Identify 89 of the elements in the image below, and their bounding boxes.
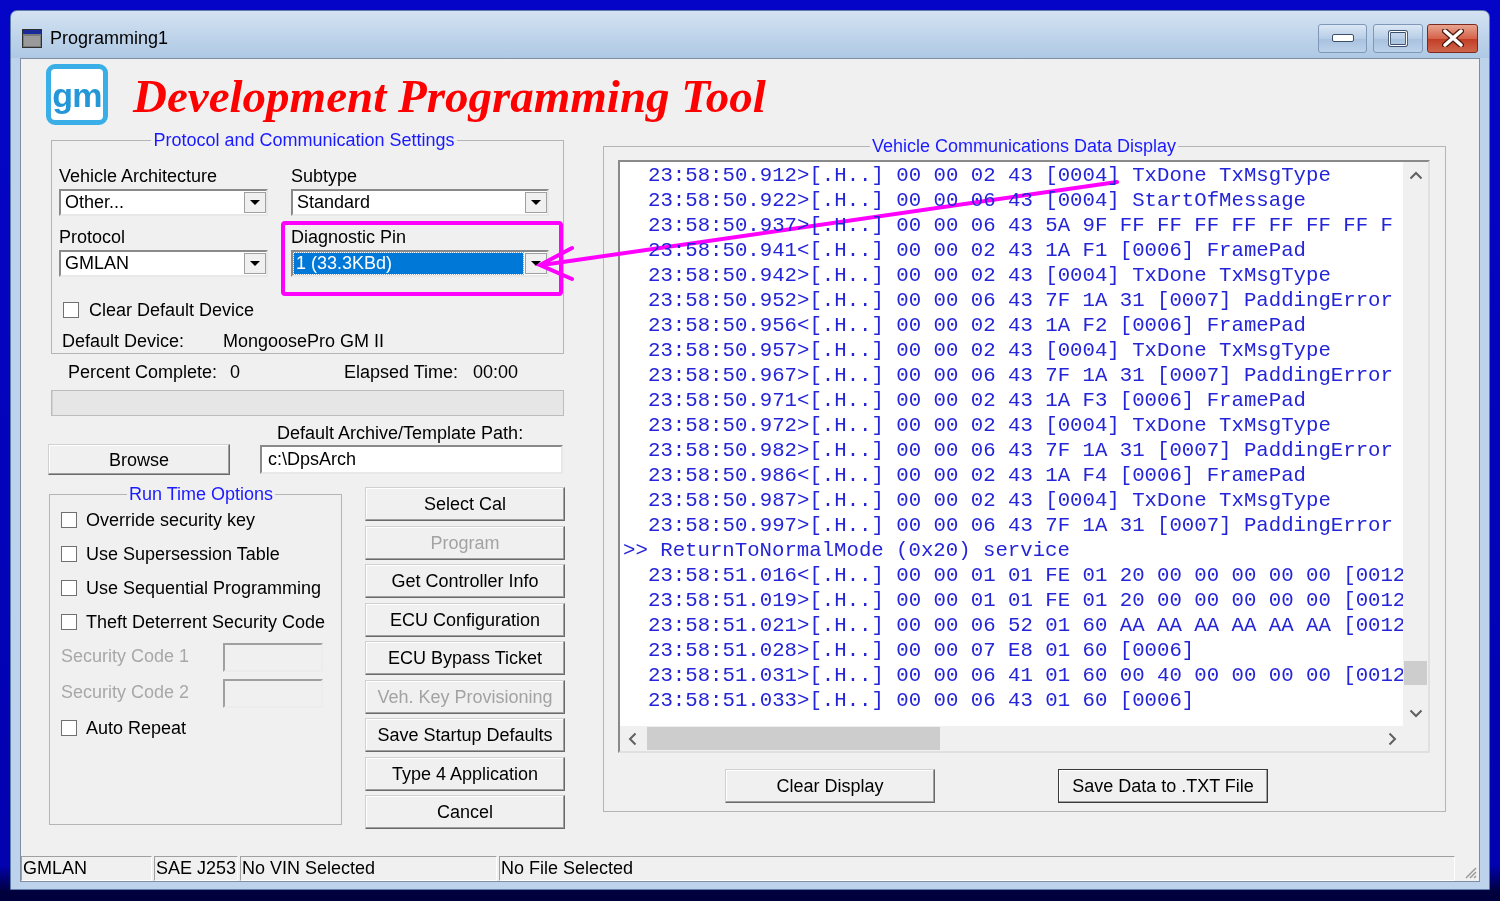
elapsed-value: 00:00 bbox=[473, 362, 519, 383]
logo: gm bbox=[46, 64, 108, 125]
field-label: Percent Complete: bbox=[68, 362, 218, 383]
close-button[interactable] bbox=[1427, 23, 1478, 53]
checkbox[interactable] bbox=[61, 512, 77, 528]
log-line: 23:58:50.987>[.H..] 00 00 02 43 [0004] TxDone TxMsgType bbox=[647, 488, 1331, 513]
log-line: 23:58:50.986<[.H..] 00 00 02 43 1A F4 [0006] FramePad bbox=[647, 463, 1306, 488]
window-icon bbox=[22, 28, 42, 48]
dropdown[interactable]: 1 (33.3KBd) bbox=[291, 250, 549, 277]
log-line: 23:58:50.997>[.H..] 00 00 06 43 7F 1A 31 [0007] PaddingError bbox=[647, 513, 1393, 538]
log-line: 23:58:50.912>[.H..] 00 00 02 43 [0004] TxDone TxMsgType bbox=[647, 163, 1331, 188]
field-label: Default Device: bbox=[62, 330, 185, 351]
dropdown[interactable]: Other... bbox=[59, 189, 268, 216]
caret-icon bbox=[525, 192, 547, 213]
log-line: 23:58:51.016<[.H..] 00 00 01 01 FE 01 20 00 00 00 00 00 [0012 bbox=[647, 563, 1403, 588]
device-name: MongoosePro GM II bbox=[223, 331, 385, 352]
log-line: 23:58:50.982>[.H..] 00 00 06 43 7F 1A 31 [0007] PaddingError bbox=[647, 438, 1393, 463]
checkbox[interactable] bbox=[61, 614, 77, 630]
checkbox-label: Theft Deterrent Security Code bbox=[86, 612, 326, 632]
input-field[interactable] bbox=[223, 642, 323, 672]
group-title: Vehicle Communications Data Display bbox=[870, 136, 1178, 156]
caret-icon bbox=[244, 192, 266, 213]
field-label: Protocol bbox=[59, 227, 126, 248]
window-title: Programming1 bbox=[50, 27, 169, 49]
group-title: Protocol and Communication Settings bbox=[152, 130, 456, 150]
scrollbar-thumb[interactable] bbox=[647, 727, 940, 750]
action-button[interactable]: Cancel bbox=[365, 795, 565, 829]
maximize-button[interactable] bbox=[1373, 23, 1423, 53]
checkbox-label: Auto Repeat bbox=[86, 718, 187, 738]
action-button[interactable]: ECU Configuration bbox=[365, 602, 565, 637]
field-label: Vehicle Architecture bbox=[59, 166, 218, 187]
log-line: 23:58:50.967>[.H..] 00 00 06 43 7F 1A 31 [0007] PaddingError bbox=[647, 363, 1393, 388]
chevron-left-icon[interactable] bbox=[628, 731, 637, 746]
log-line: 23:58:50.971<[.H..] 00 00 02 43 1A F3 [0006] FramePad bbox=[647, 388, 1306, 413]
log-line: 23:58:51.033>[.H..] 00 00 06 43 01 60 [0006] bbox=[647, 688, 1195, 713]
log-line: 23:58:50.957>[.H..] 00 00 02 43 [0004] TxDone TxMsgType bbox=[647, 338, 1331, 363]
field-label: Diagnostic Pin bbox=[291, 227, 407, 248]
chevron-down-icon[interactable] bbox=[1408, 709, 1423, 718]
checkbox-label: Override security key bbox=[86, 510, 256, 530]
app-title: Development Programming Tool bbox=[133, 69, 766, 124]
log-line: 23:58:51.019>[.H..] 00 00 01 01 FE 01 20 00 00 00 00 00 [0012 bbox=[647, 588, 1403, 613]
checkbox-label: Clear Default Device bbox=[89, 300, 255, 320]
browse-button[interactable]: Browse bbox=[48, 444, 230, 475]
chevron-right-icon[interactable] bbox=[1388, 731, 1397, 746]
checkbox-label: Use Sequential Programming bbox=[86, 578, 322, 598]
action-button[interactable]: ECU Bypass Ticket bbox=[365, 641, 565, 675]
status-panel: No File Selected bbox=[499, 856, 1455, 881]
log-line: 23:58:51.028>[.H..] 00 00 07 E8 01 60 [0006] bbox=[647, 638, 1195, 663]
input-field[interactable] bbox=[223, 678, 323, 708]
chevron-up-icon[interactable] bbox=[1408, 171, 1423, 180]
minimize-icon bbox=[1331, 34, 1354, 42]
log-line: 23:58:51.021>[.H..] 00 00 06 52 01 60 AA AA AA AA AA AA [0012 bbox=[647, 613, 1403, 638]
checkbox[interactable] bbox=[61, 720, 77, 736]
log-line: >> ReturnToNormalMode (0x20) service bbox=[622, 538, 1070, 563]
checkbox[interactable] bbox=[61, 546, 77, 562]
checkbox[interactable] bbox=[63, 302, 79, 318]
minimize-button[interactable] bbox=[1318, 23, 1367, 53]
action-button[interactable]: Clear Display bbox=[725, 769, 935, 803]
percent-value: 0 bbox=[230, 362, 241, 383]
checkbox-label: Use Supersession Table bbox=[86, 544, 280, 564]
group-title: Run Time Options bbox=[127, 485, 275, 503]
log-line: 23:58:50.952>[.H..] 00 00 06 43 7F 1A 31 [0007] PaddingError bbox=[647, 288, 1393, 313]
status-panel: GMLAN bbox=[21, 856, 152, 881]
action-button[interactable]: Get Controller Info bbox=[365, 564, 565, 598]
field-label: Default Archive/Template Path: bbox=[277, 423, 524, 443]
status-panel: SAE J253 bbox=[154, 856, 238, 881]
action-button[interactable]: Select Cal bbox=[365, 487, 565, 521]
log-line: 23:58:50.941<[.H..] 00 00 02 43 1A F1 [0006] FramePad bbox=[647, 238, 1306, 263]
close-icon bbox=[1441, 29, 1464, 47]
path-input[interactable]: c:\DpsArch bbox=[260, 445, 563, 474]
caret-icon bbox=[244, 253, 266, 274]
field-label: Security Code 1 bbox=[61, 646, 190, 666]
scrollbar-thumb[interactable] bbox=[1404, 661, 1427, 685]
checkbox[interactable] bbox=[61, 580, 77, 596]
resize-grip-icon[interactable] bbox=[1463, 865, 1477, 879]
status-panel: No VIN Selected bbox=[240, 856, 497, 881]
field-label: Elapsed Time: bbox=[344, 362, 459, 383]
log-line: 23:58:51.031>[.H..] 00 00 06 41 01 60 00 40 00 00 00 00 [0012 bbox=[647, 663, 1403, 688]
dropdown[interactable]: GMLAN bbox=[59, 250, 268, 277]
field-label: Security Code 2 bbox=[61, 682, 190, 702]
action-button[interactable]: Type 4 Application bbox=[365, 756, 565, 791]
log-line: 23:58:50.956<[.H..] 00 00 02 43 1A F2 [0006] FramePad bbox=[647, 313, 1306, 338]
field-label: Subtype bbox=[291, 166, 358, 187]
action-button[interactable]: Save Data to .TXT File bbox=[1058, 769, 1268, 803]
log-line: 23:58:50.942>[.H..] 00 00 02 43 [0004] TxDone TxMsgType bbox=[647, 263, 1331, 288]
dropdown[interactable]: Standard bbox=[291, 189, 549, 216]
log-line: 23:58:50.972>[.H..] 00 00 02 43 [0004] TxDone TxMsgType bbox=[647, 413, 1331, 438]
action-button[interactable]: Save Startup Defaults bbox=[365, 718, 565, 752]
maximize-icon bbox=[1388, 29, 1408, 47]
